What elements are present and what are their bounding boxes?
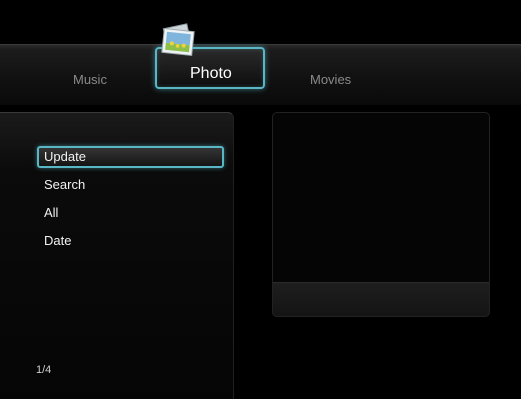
- menu-item-all[interactable]: All: [44, 205, 58, 220]
- menu-item-update[interactable]: Update: [44, 149, 86, 164]
- menu-item-search[interactable]: Search: [44, 177, 85, 192]
- preview-info-bar: [272, 282, 490, 317]
- menu-item-date[interactable]: Date: [44, 233, 71, 248]
- tab-music[interactable]: Music: [73, 72, 107, 87]
- tab-photo-label: Photo: [190, 65, 232, 82]
- page-indicator: 1/4: [36, 364, 52, 376]
- photo-stack-icon: [161, 23, 195, 57]
- tab-movies[interactable]: Movies: [310, 72, 351, 87]
